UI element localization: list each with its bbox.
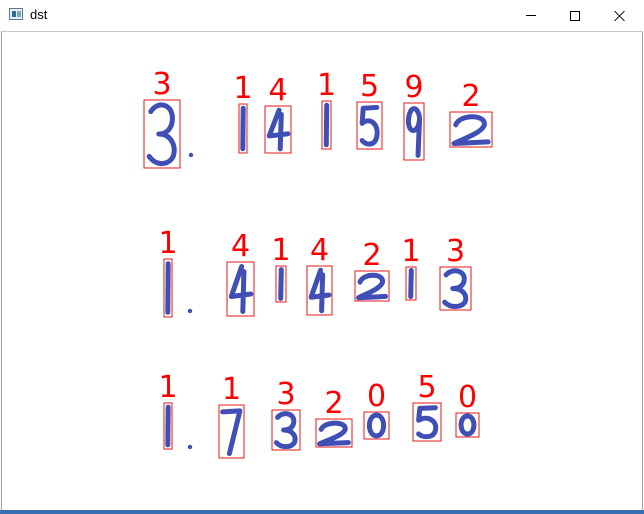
bottom-edge [0, 510, 644, 514]
predicted-label: 3 [276, 377, 295, 412]
decimal-point [188, 152, 194, 158]
predicted-label: 0 [458, 380, 477, 415]
digit-row: 3141592 [144, 67, 492, 168]
predicted-label: 1 [222, 372, 241, 407]
handwritten-digit [369, 415, 383, 436]
decimal-point [187, 308, 193, 314]
predicted-label: 2 [461, 79, 480, 114]
predicted-label: 0 [367, 379, 386, 414]
predicted-label: 1 [158, 226, 177, 261]
predicted-label: 1 [233, 71, 252, 106]
handwritten-digit [461, 416, 474, 434]
predicted-label: 1 [401, 234, 420, 269]
handwritten-digit [408, 109, 419, 156]
opencv-window: dst 314159214142131132050 [0, 0, 644, 514]
predicted-label: 5 [417, 370, 436, 405]
predicted-label: 2 [362, 238, 381, 273]
digit-row: 1132050 [158, 370, 479, 458]
handwritten-digit [411, 270, 412, 296]
handwritten-digit [276, 414, 295, 447]
predicted-label: 4 [268, 73, 287, 108]
handwritten-digit [326, 105, 327, 145]
predicted-label: 1 [317, 68, 336, 103]
digit-recognition-image: 3 1 4 1 5 9 21 4 1 4 2 1 31 1 3 2 0 5 0 [0, 0, 644, 514]
predicted-label: 2 [324, 386, 343, 421]
handwritten-digit [231, 267, 251, 312]
predicted-label: 4 [231, 229, 250, 264]
handwritten-digit [445, 271, 466, 307]
predicted-label: 9 [404, 70, 423, 105]
predicted-label: 5 [360, 69, 379, 104]
handwritten-digit [320, 423, 349, 444]
handwritten-digit [359, 275, 386, 297]
decimal-point [187, 444, 193, 450]
predicted-label: 3 [152, 67, 171, 102]
predicted-label: 1 [158, 370, 177, 405]
predicted-label: 4 [310, 233, 329, 268]
handwritten-digit [362, 107, 377, 144]
predicted-label: 3 [446, 234, 465, 269]
handwritten-digit [223, 411, 240, 454]
handwritten-digit [454, 117, 488, 144]
handwritten-digit [311, 270, 329, 311]
handwritten-digit [149, 105, 174, 164]
predicted-label: 1 [271, 233, 290, 268]
digit-row: 1414213 [158, 226, 471, 317]
handwritten-digit [269, 110, 288, 149]
handwritten-digit [419, 408, 436, 437]
handwritten-digit [281, 270, 282, 299]
